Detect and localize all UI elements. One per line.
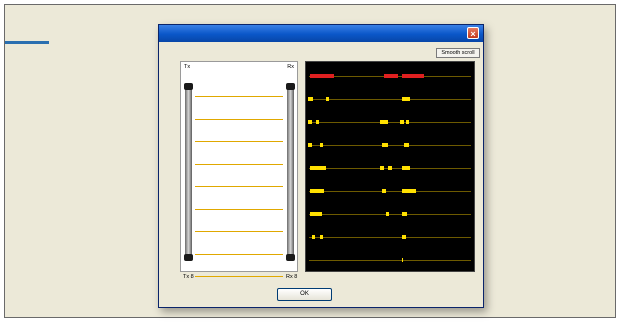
signal-pulse — [320, 235, 323, 239]
tx-label: Tx — [184, 64, 191, 70]
beam-line — [195, 208, 283, 210]
signal-pulse — [308, 97, 313, 101]
signal-pulse — [386, 212, 389, 216]
signal-trace-line — [309, 145, 471, 146]
smooth-scroll-button[interactable]: Smooth scroll — [436, 48, 480, 58]
signal-pulse — [402, 97, 410, 101]
light-curtain-dialog: × Smooth scroll Tx Rx Tx 8 Rx 8 OK — [158, 24, 484, 308]
signal-pulse — [402, 166, 410, 170]
tx-pole — [184, 83, 193, 261]
signal-trace-line — [309, 260, 471, 261]
signal-pulse — [316, 120, 319, 124]
signal-pulse — [384, 74, 398, 78]
rx-pole-top-cap — [286, 83, 295, 90]
rx-pole — [286, 83, 295, 261]
beam-line — [195, 96, 283, 97]
signal-pulse — [320, 143, 323, 147]
signal-pulse — [404, 143, 409, 147]
signal-pulse — [326, 97, 329, 101]
signal-pulse — [402, 258, 403, 262]
transmitter-panel: Tx Rx — [180, 61, 298, 277]
tx8-label: Tx 8 — [183, 274, 194, 280]
signal-trace-line — [309, 214, 471, 215]
tx-pole-top-cap — [184, 83, 193, 90]
screenshot-frame: × Smooth scroll Tx Rx Tx 8 Rx 8 OK — [4, 4, 616, 318]
beam-line — [195, 163, 283, 165]
signal-pulse — [308, 120, 312, 124]
signal-pulse — [312, 235, 315, 239]
beam-line — [195, 186, 283, 187]
signal-trace-line — [309, 237, 471, 238]
signal-pulse — [380, 120, 388, 124]
signal-trace-line — [309, 122, 471, 123]
dialog-titlebar[interactable]: × — [159, 25, 483, 42]
signal-pulse — [382, 189, 386, 193]
rx-label: Rx — [287, 64, 294, 70]
signal-pulse — [402, 235, 406, 239]
signal-pulse — [402, 74, 424, 78]
signal-trace-line — [309, 191, 471, 192]
signal-pulse — [388, 166, 392, 170]
tx-pole-bottom-cap — [184, 254, 193, 261]
close-icon[interactable]: × — [467, 27, 479, 39]
beam-line — [195, 231, 283, 232]
beam-line — [195, 253, 283, 255]
signal-pulse — [310, 212, 322, 216]
signal-pulse — [310, 189, 324, 193]
beam-line — [195, 276, 283, 277]
signal-pulse — [400, 120, 404, 124]
rx8-label: Rx 8 — [286, 274, 298, 280]
signal-pulse — [380, 166, 384, 170]
signal-pulse — [310, 74, 334, 78]
signal-trace-line — [309, 99, 471, 100]
beam-line — [195, 141, 283, 142]
signal-pulse — [310, 166, 326, 170]
signal-pulse — [308, 143, 312, 147]
signal-pulse — [402, 189, 416, 193]
beam-line — [195, 118, 283, 120]
ok-button[interactable]: OK — [277, 288, 332, 301]
rx-pole-bottom-cap — [286, 254, 295, 261]
signal-pulse — [402, 212, 407, 216]
signal-pulse — [406, 120, 409, 124]
signal-scope — [305, 61, 475, 272]
accent-line — [5, 41, 49, 44]
signal-pulse — [382, 143, 388, 147]
